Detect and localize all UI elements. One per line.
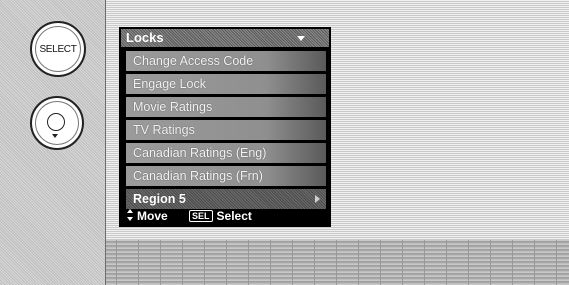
menu-item-label: Engage Lock	[133, 77, 206, 91]
menu-item-region-5[interactable]: Region 5	[126, 189, 326, 209]
menu-footer-hints: Move SEL Select	[126, 208, 326, 224]
menu-item-engage-lock[interactable]: Engage Lock	[126, 74, 326, 94]
menu-item-tv-ratings[interactable]: TV Ratings	[126, 120, 326, 140]
nav-ring-icon	[47, 113, 65, 131]
menu-item-movie-ratings[interactable]: Movie Ratings	[126, 97, 326, 117]
menu-item-canadian-ratings-frn[interactable]: Canadian Ratings (Frn)	[126, 166, 326, 186]
menu-item-label: Region 5	[133, 192, 186, 206]
menu-item-label: Canadian Ratings (Eng)	[133, 146, 267, 160]
up-down-arrow-icon	[126, 209, 135, 221]
remote-control-panel: SELECT	[0, 0, 106, 285]
menu-item-label: Movie Ratings	[133, 100, 213, 114]
move-hint-label: Move	[137, 209, 168, 223]
menu-list: Change Access Code Engage Lock Movie Rat…	[126, 51, 326, 212]
menu-item-canadian-ratings-eng[interactable]: Canadian Ratings (Eng)	[126, 143, 326, 163]
chevron-right-icon	[315, 195, 320, 203]
menu-item-label: Canadian Ratings (Frn)	[133, 169, 263, 183]
background-pattern	[106, 240, 569, 285]
select-button[interactable]: SELECT	[30, 21, 86, 77]
menu-item-change-access-code[interactable]: Change Access Code	[126, 51, 326, 71]
menu-item-label: Change Access Code	[133, 54, 254, 68]
menu-item-label: TV Ratings	[133, 123, 195, 137]
select-hint-label: Select	[216, 209, 252, 223]
sel-key-icon: SEL	[189, 210, 213, 222]
down-arrow-icon	[52, 134, 58, 138]
navigation-button[interactable]	[30, 96, 84, 150]
menu-title-bar[interactable]: Locks	[121, 29, 329, 47]
chevron-down-icon	[297, 36, 305, 41]
select-button-label: SELECT	[39, 43, 77, 55]
locks-menu-panel: Locks Change Access Code Engage Lock Mov…	[119, 27, 331, 227]
menu-title: Locks	[126, 30, 164, 45]
